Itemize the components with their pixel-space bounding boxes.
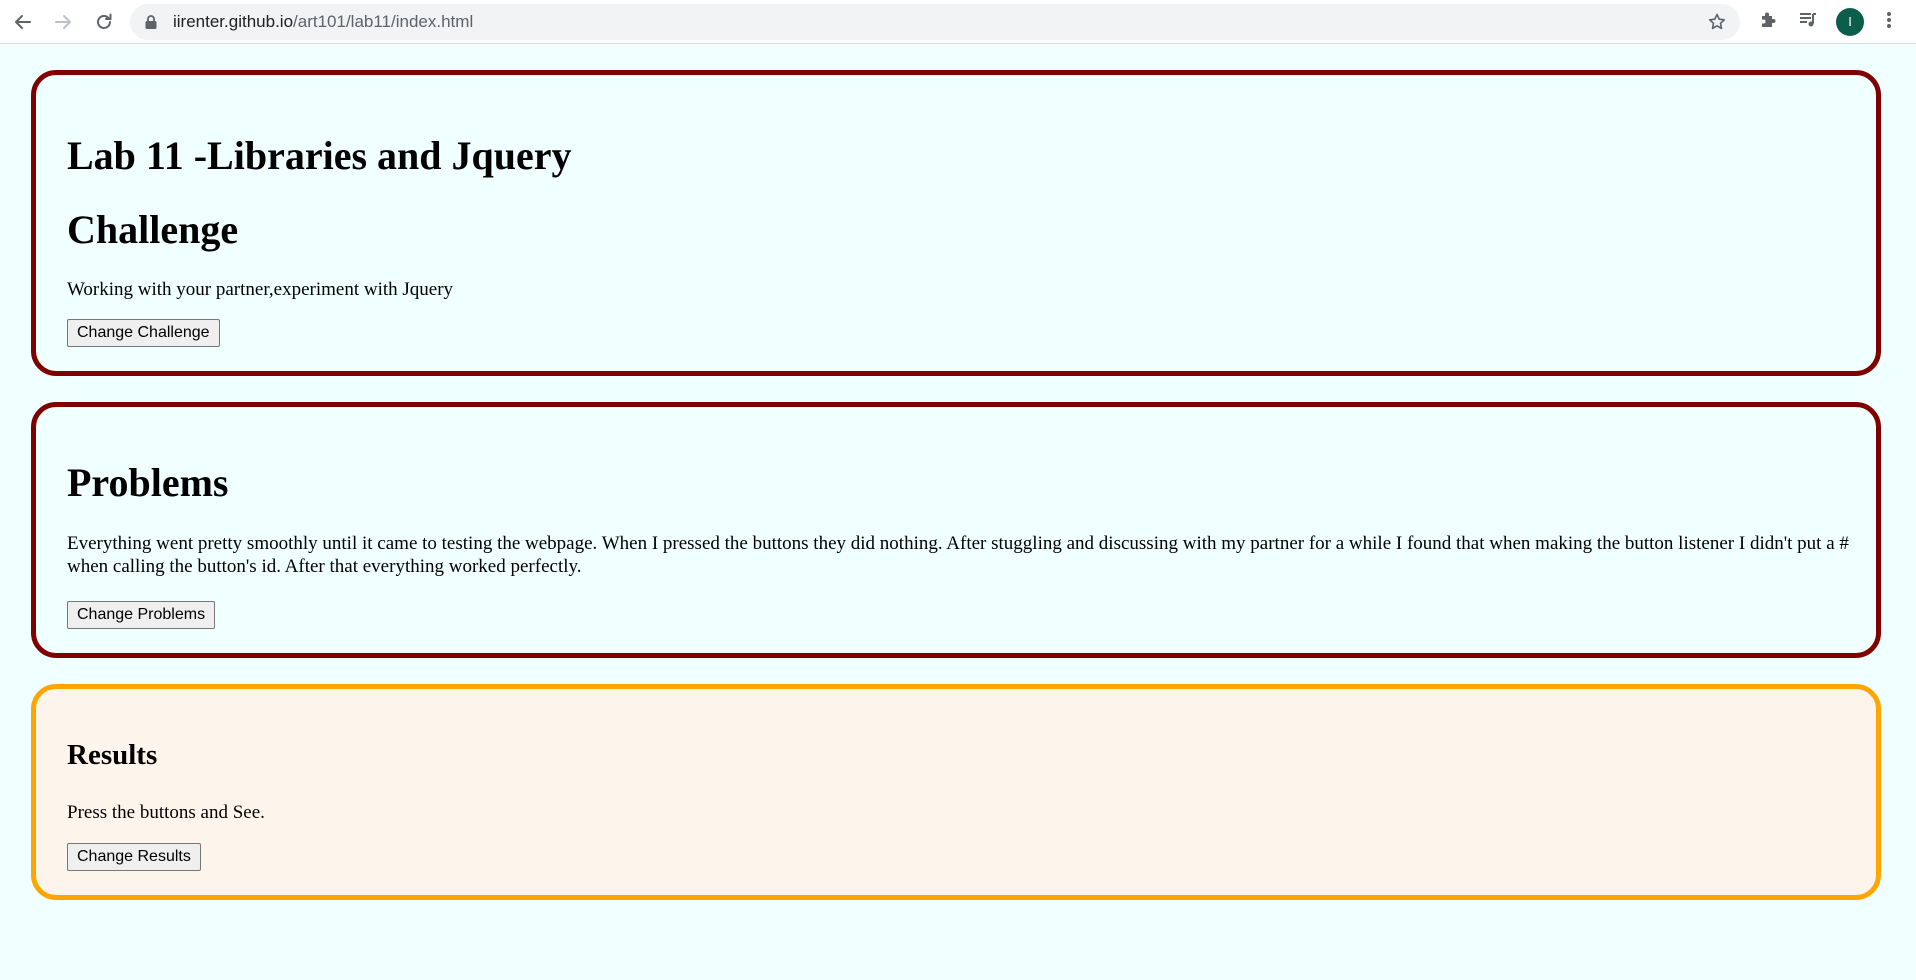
challenge-section: Lab 11 -Libraries and Jquery Challenge W… [31,70,1881,376]
back-arrow-icon [13,12,33,32]
problems-text: Everything went pretty smoothly until it… [67,533,1849,577]
forward-arrow-icon [53,12,73,32]
media-control-icon [1798,10,1818,34]
forward-button[interactable] [48,7,78,37]
url-host: iirenter.github.io [173,12,294,31]
lock-icon[interactable] [144,14,158,34]
address-bar[interactable]: iirenter.github.io/art101/lab11/index.ht… [130,4,1740,40]
reload-icon [94,12,114,32]
extensions-icon [1758,10,1778,34]
results-section: Results Press the buttons and See. Chang… [31,684,1881,900]
reload-button[interactable] [89,7,119,37]
star-icon[interactable] [1702,7,1732,41]
change-results-button[interactable]: Change Results [67,843,201,871]
page-content: Lab 11 -Libraries and Jquery Challenge W… [31,70,1881,900]
avatar[interactable]: I [1836,8,1864,36]
media-control-button[interactable] [1793,7,1823,37]
challenge-heading: Challenge [67,207,239,252]
change-challenge-button[interactable]: Change Challenge [67,319,220,347]
change-problems-button[interactable]: Change Problems [67,601,216,629]
results-text: Press the buttons and See. [67,802,265,823]
page-title: Lab 11 -Libraries and Jquery [67,133,572,178]
url-path: /art101/lab11/index.html [293,12,474,31]
problems-heading: Problems [67,460,229,505]
more-menu-button[interactable] [1874,7,1904,37]
challenge-text: Working with your partner,experiment wit… [67,279,454,300]
url-text[interactable]: iirenter.github.io/art101/lab11/index.ht… [173,4,473,40]
browser-toolbar: iirenter.github.io/art101/lab11/index.ht… [0,0,1916,44]
back-button[interactable] [8,7,38,37]
more-menu-icon [1886,10,1892,34]
results-heading: Results [67,739,158,771]
extensions-button[interactable] [1753,7,1783,37]
problems-section: Problems Everything went pretty smoothly… [31,402,1881,658]
